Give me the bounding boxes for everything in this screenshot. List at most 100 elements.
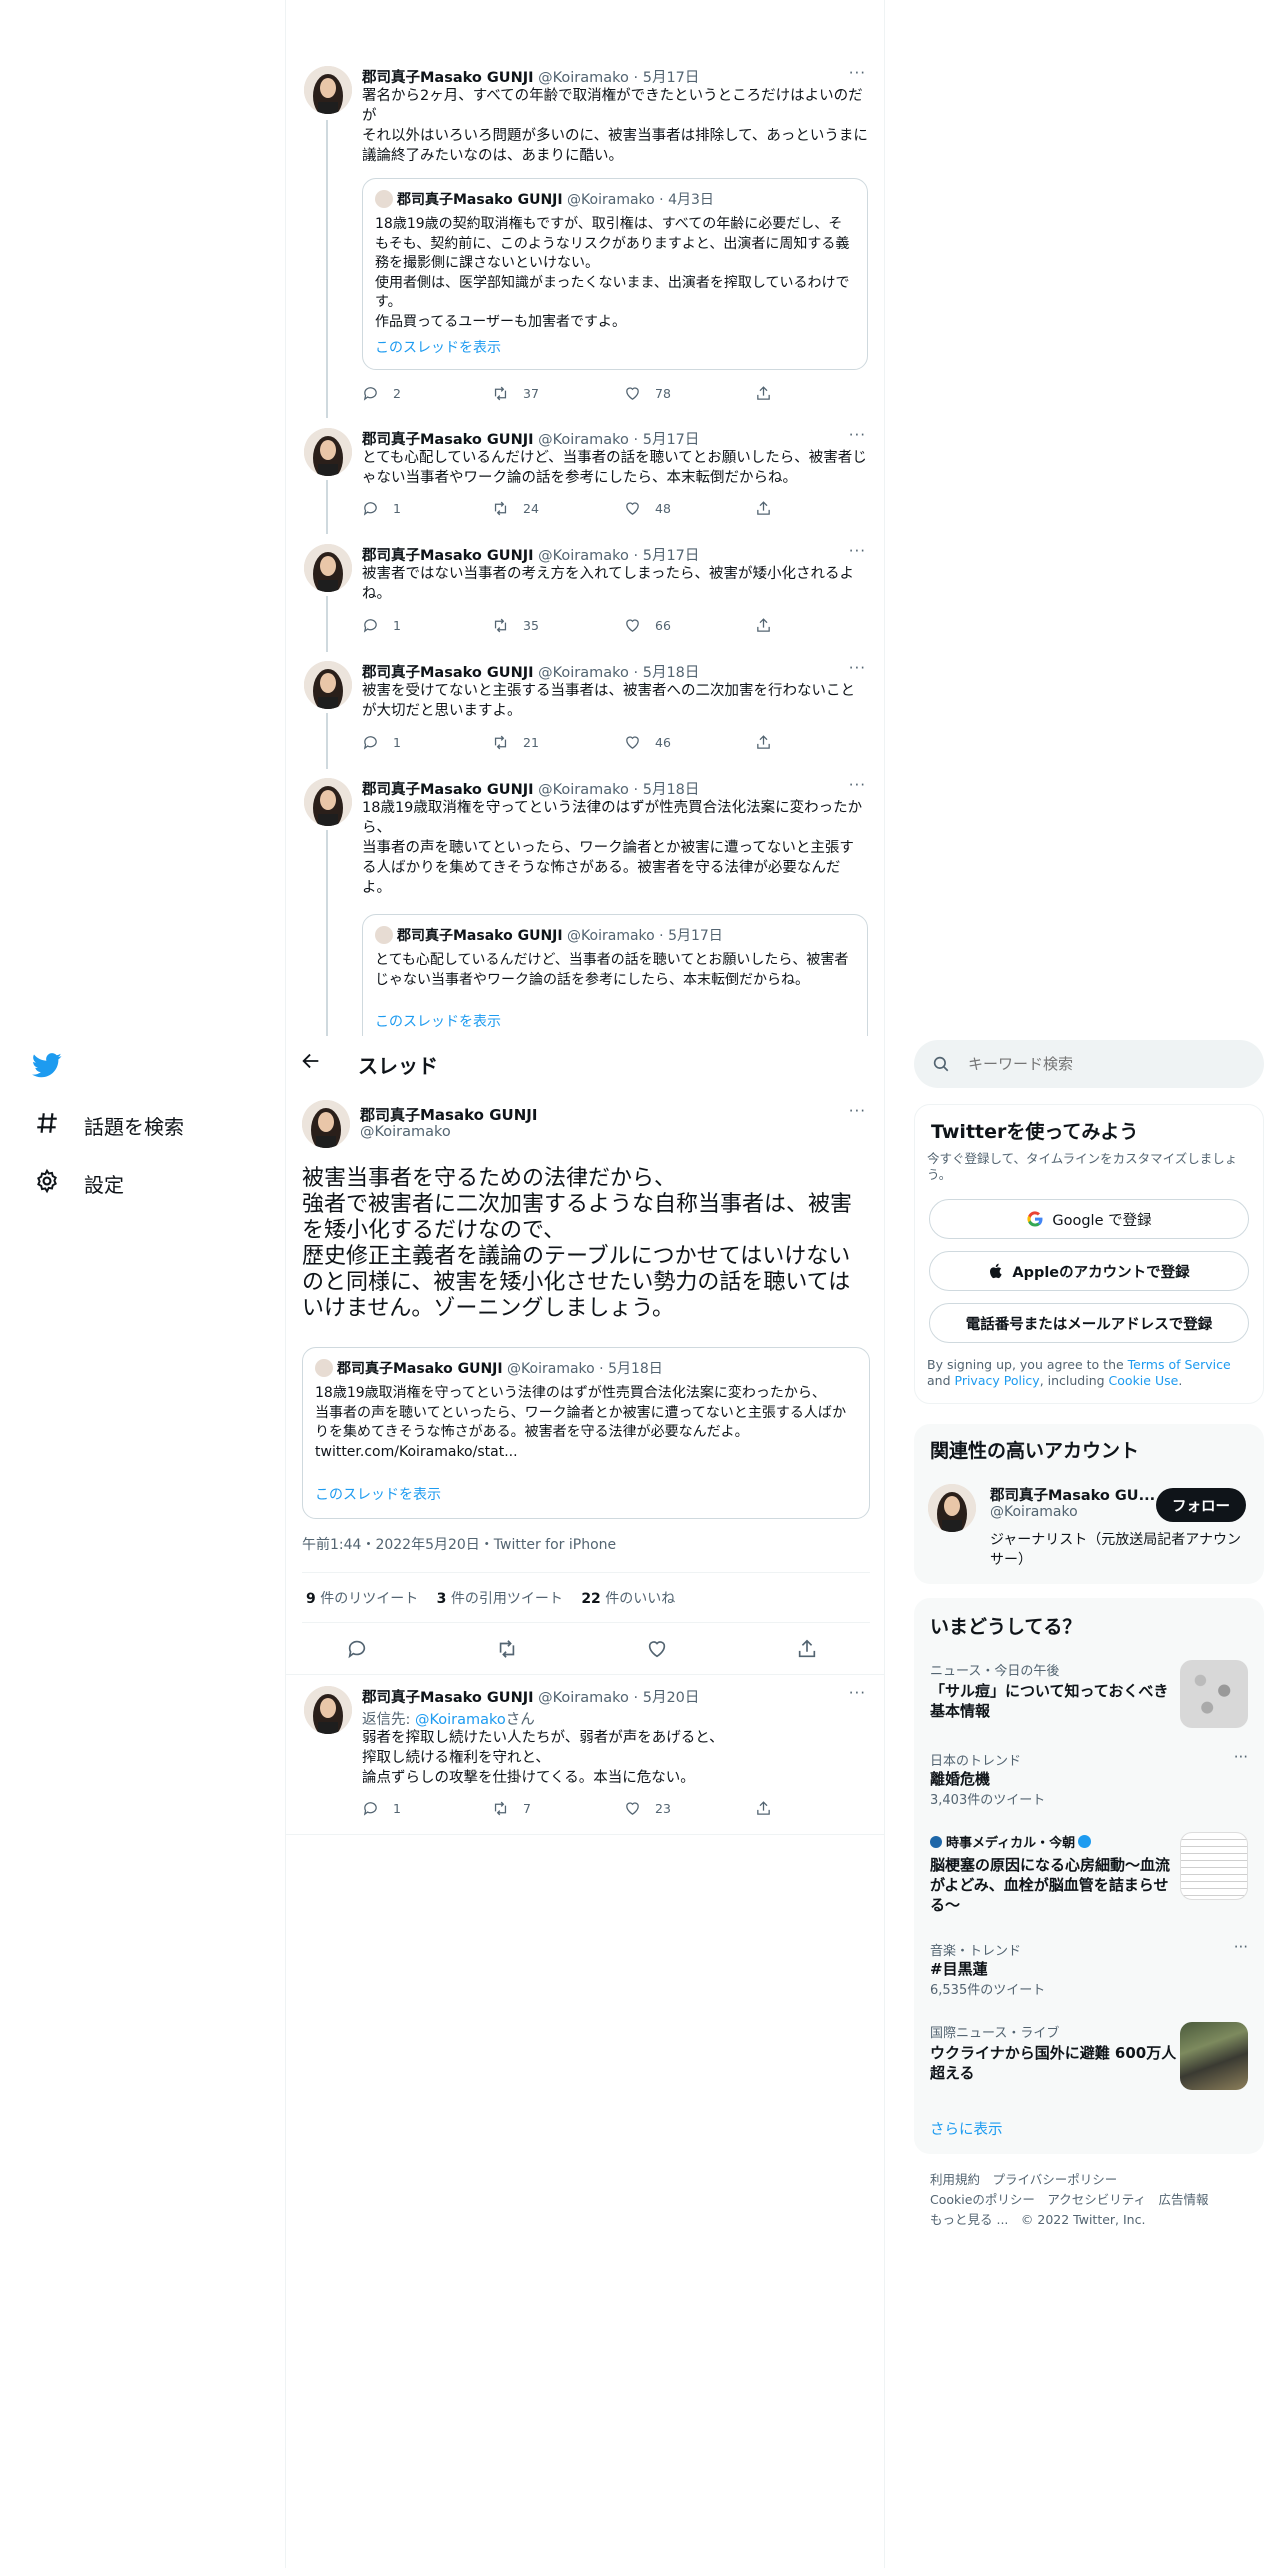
reply-button[interactable]: 1 (362, 1800, 401, 1817)
trend-item[interactable]: 国際ニュース・ライブ ウクライナから国外に避難 600万人超える (930, 2022, 1248, 2094)
show-thread-link[interactable]: このスレッドを表示 (375, 339, 855, 359)
quote-count-link[interactable]: 3 件の引用ツイート (437, 1591, 563, 1607)
author-name[interactable]: 郡司真子Masako GUNJI (360, 1104, 537, 1125)
tweet-date[interactable]: 5月18日 (643, 665, 700, 681)
related-name[interactable]: 郡司真子Masako GU... (990, 1484, 1155, 1505)
trend-item[interactable]: 音楽・トレンド #目黒蓮 6,535件のツイート ··· (930, 1938, 1248, 1998)
thread-tweet[interactable]: 郡司真子Masako GUNJI @Koiramako · 5月18日 ··· … (286, 774, 884, 1036)
avatar[interactable] (302, 1100, 350, 1148)
avatar[interactable] (304, 778, 352, 826)
retweet-button[interactable]: 35 (492, 617, 539, 634)
tweet-date[interactable]: 5月17日 (643, 432, 700, 448)
author-handle[interactable]: @Koiramako (538, 548, 629, 564)
like-button[interactable]: 66 (624, 617, 671, 634)
more-icon[interactable]: ··· (849, 542, 866, 560)
tweet-date[interactable]: 5月20日 (643, 1690, 700, 1706)
reply-button[interactable]: 1 (362, 617, 401, 634)
quote-tweet[interactable]: 郡司真子Masako GUNJI @Koiramako · 5月18日 18歳1… (302, 1347, 870, 1519)
trend-more-icon[interactable]: ··· (1234, 1938, 1248, 1956)
more-icon[interactable]: ··· (849, 776, 866, 794)
more-icon[interactable]: ··· (849, 64, 866, 82)
author-name[interactable]: 郡司真子Masako GUNJI (362, 548, 534, 564)
reply-tweet[interactable]: 郡司真子Masako GUNJI @Koiramako · 5月20日 ··· … (286, 1676, 884, 1834)
heart-icon[interactable] (646, 1638, 668, 1660)
more-icon[interactable]: ··· (849, 1102, 866, 1120)
thread-tweet[interactable]: 郡司真子Masako GUNJI @Koiramako · 5月17日 ··· … (286, 58, 884, 418)
avatar[interactable] (304, 66, 352, 114)
share-button[interactable] (755, 500, 772, 517)
reply-button[interactable]: 1 (362, 734, 401, 751)
share-button[interactable] (755, 617, 772, 634)
privacy-link[interactable]: Privacy Policy (955, 1373, 1040, 1388)
trend-item[interactable]: 日本のトレンド 離婚危機 3,403件のツイート ··· (930, 1748, 1248, 1808)
thread-tweet[interactable]: 郡司真子Masako GUNJI @Koiramako · 5月17日 ··· … (286, 540, 884, 652)
reply-button[interactable]: 2 (362, 385, 401, 402)
footer-line-2[interactable]: Cookieのポリシー アクセシビリティ 広告情報 (930, 2190, 1264, 2210)
share-button[interactable] (755, 1800, 772, 1817)
search-input[interactable] (968, 1052, 1238, 1076)
avatar[interactable] (304, 428, 352, 476)
tweet-date[interactable]: 5月17日 (643, 70, 700, 86)
search-box[interactable] (914, 1040, 1264, 1088)
retweet-button[interactable]: 24 (492, 500, 539, 517)
show-thread-link[interactable]: このスレッドを表示 (375, 1013, 855, 1033)
avatar[interactable] (304, 544, 352, 592)
reply-button[interactable]: 1 (362, 500, 401, 517)
tweet-timestamp[interactable]: 午前1:44・2022年5月20日・Twitter for iPhone (302, 1534, 616, 1554)
retweet-icon[interactable] (496, 1638, 518, 1660)
more-icon[interactable]: ··· (849, 426, 866, 444)
nav-settings[interactable]: 設定 (34, 1168, 124, 1199)
like-button[interactable]: 23 (624, 1800, 671, 1817)
author-handle[interactable]: @Koiramako (538, 1690, 629, 1706)
author-handle[interactable]: @Koiramako (538, 665, 629, 681)
show-more-link[interactable]: さらに表示 (930, 2118, 1003, 2139)
show-thread-link[interactable]: このスレッドを表示 (315, 1486, 857, 1506)
like-button[interactable]: 78 (624, 385, 671, 402)
follow-button[interactable]: フォロー (1156, 1488, 1246, 1522)
share-icon[interactable] (796, 1638, 818, 1660)
back-arrow-icon[interactable] (300, 1050, 326, 1076)
twitter-logo-icon[interactable] (32, 1050, 62, 1080)
tweet-date[interactable]: 5月17日 (643, 548, 700, 564)
author-handle[interactable]: @Koiramako (360, 1124, 451, 1140)
like-button[interactable]: 46 (624, 734, 671, 751)
retweet-button[interactable]: 7 (492, 1800, 531, 1817)
retweet-count-link[interactable]: 9 件のリツイート (306, 1591, 418, 1607)
avatar[interactable] (304, 1686, 352, 1734)
reply-icon[interactable] (346, 1638, 368, 1660)
retweet-button[interactable]: 21 (492, 734, 539, 751)
related-handle[interactable]: @Koiramako (990, 1504, 1078, 1520)
tos-link[interactable]: Terms of Service (1128, 1357, 1231, 1372)
footer-line-3[interactable]: もっと見る ... © 2022 Twitter, Inc. (930, 2210, 1264, 2230)
more-icon[interactable]: ··· (849, 1684, 866, 1702)
apple-signup-button[interactable]: Appleのアカウントで登録 (929, 1251, 1249, 1291)
author-name[interactable]: 郡司真子Masako GUNJI (362, 665, 534, 681)
mention-link[interactable]: @Koiramako (415, 1712, 506, 1728)
more-icon[interactable]: ··· (849, 659, 866, 677)
like-button[interactable]: 48 (624, 500, 671, 517)
cookie-link[interactable]: Cookie Use (1109, 1373, 1179, 1388)
phone-email-signup-button[interactable]: 電話番号またはメールアドレスで登録 (929, 1303, 1249, 1343)
author-name[interactable]: 郡司真子Masako GUNJI (362, 70, 534, 86)
footer-line-1[interactable]: 利用規約 プライバシーポリシー (930, 2170, 1264, 2190)
trend-item[interactable]: 時事メディカル・今朝 脳梗塞の原因になる心房細動～血流がよどみ、血栓が脳血管を詰… (930, 1832, 1248, 1922)
like-count-link[interactable]: 22 件のいいね (581, 1591, 675, 1607)
thread-tweet[interactable]: 郡司真子Masako GUNJI @Koiramako · 5月17日 ··· … (286, 422, 884, 534)
quote-tweet[interactable]: 郡司真子Masako GUNJI @Koiramako · 5月17日 とても心… (362, 914, 868, 1036)
author-name[interactable]: 郡司真子Masako GUNJI (362, 782, 534, 798)
author-handle[interactable]: @Koiramako (538, 782, 629, 798)
retweet-button[interactable]: 37 (492, 385, 539, 402)
nav-explore[interactable]: 話題を検索 (34, 1110, 184, 1141)
author-handle[interactable]: @Koiramako (538, 70, 629, 86)
author-name[interactable]: 郡司真子Masako GUNJI (362, 1690, 534, 1706)
quote-tweet[interactable]: 郡司真子Masako GUNJI @Koiramako · 4月3日 18歳19… (362, 178, 868, 370)
tweet-date[interactable]: 5月18日 (643, 782, 700, 798)
author-name[interactable]: 郡司真子Masako GUNJI (362, 432, 534, 448)
google-signup-button[interactable]: Google で登録 (929, 1199, 1249, 1239)
author-handle[interactable]: @Koiramako (538, 432, 629, 448)
share-button[interactable] (755, 385, 772, 402)
avatar[interactable] (928, 1484, 976, 1532)
thread-tweet[interactable]: 郡司真子Masako GUNJI @Koiramako · 5月18日 ··· … (286, 657, 884, 769)
trend-more-icon[interactable]: ··· (1234, 1748, 1248, 1766)
share-button[interactable] (755, 734, 772, 751)
